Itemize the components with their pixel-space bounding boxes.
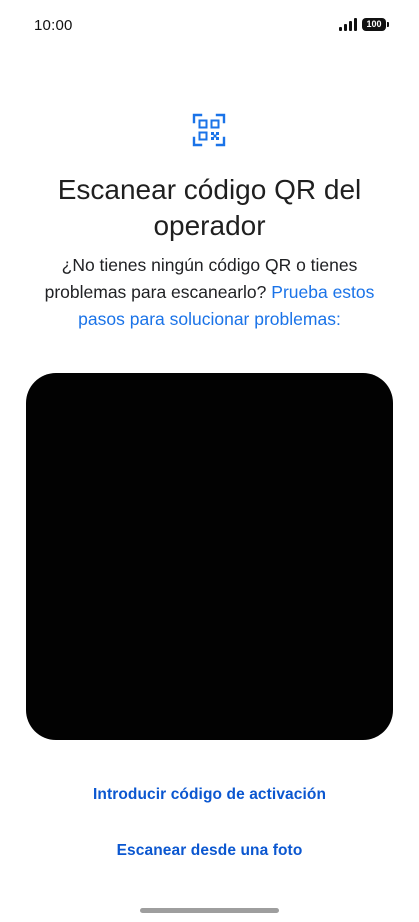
enter-activation-code-button[interactable]: Introducir código de activación [0, 786, 419, 804]
page-title: Escanear código QR del operador [57, 174, 362, 241]
signal-icon [339, 18, 357, 31]
qr-code-scan-icon [192, 113, 226, 147]
status-time: 10:00 [34, 17, 73, 34]
battery-icon: 100 [362, 18, 389, 31]
scan-from-photo-button[interactable]: Escanear desde una foto [0, 842, 419, 860]
status-bar: 10:00 100 [0, 0, 419, 54]
help-text: ¿No tienes ningún código QR o tienes pro… [24, 252, 395, 333]
home-indicator[interactable] [140, 908, 279, 913]
status-icons: 100 [339, 18, 389, 31]
camera-viewfinder[interactable] [26, 373, 393, 740]
